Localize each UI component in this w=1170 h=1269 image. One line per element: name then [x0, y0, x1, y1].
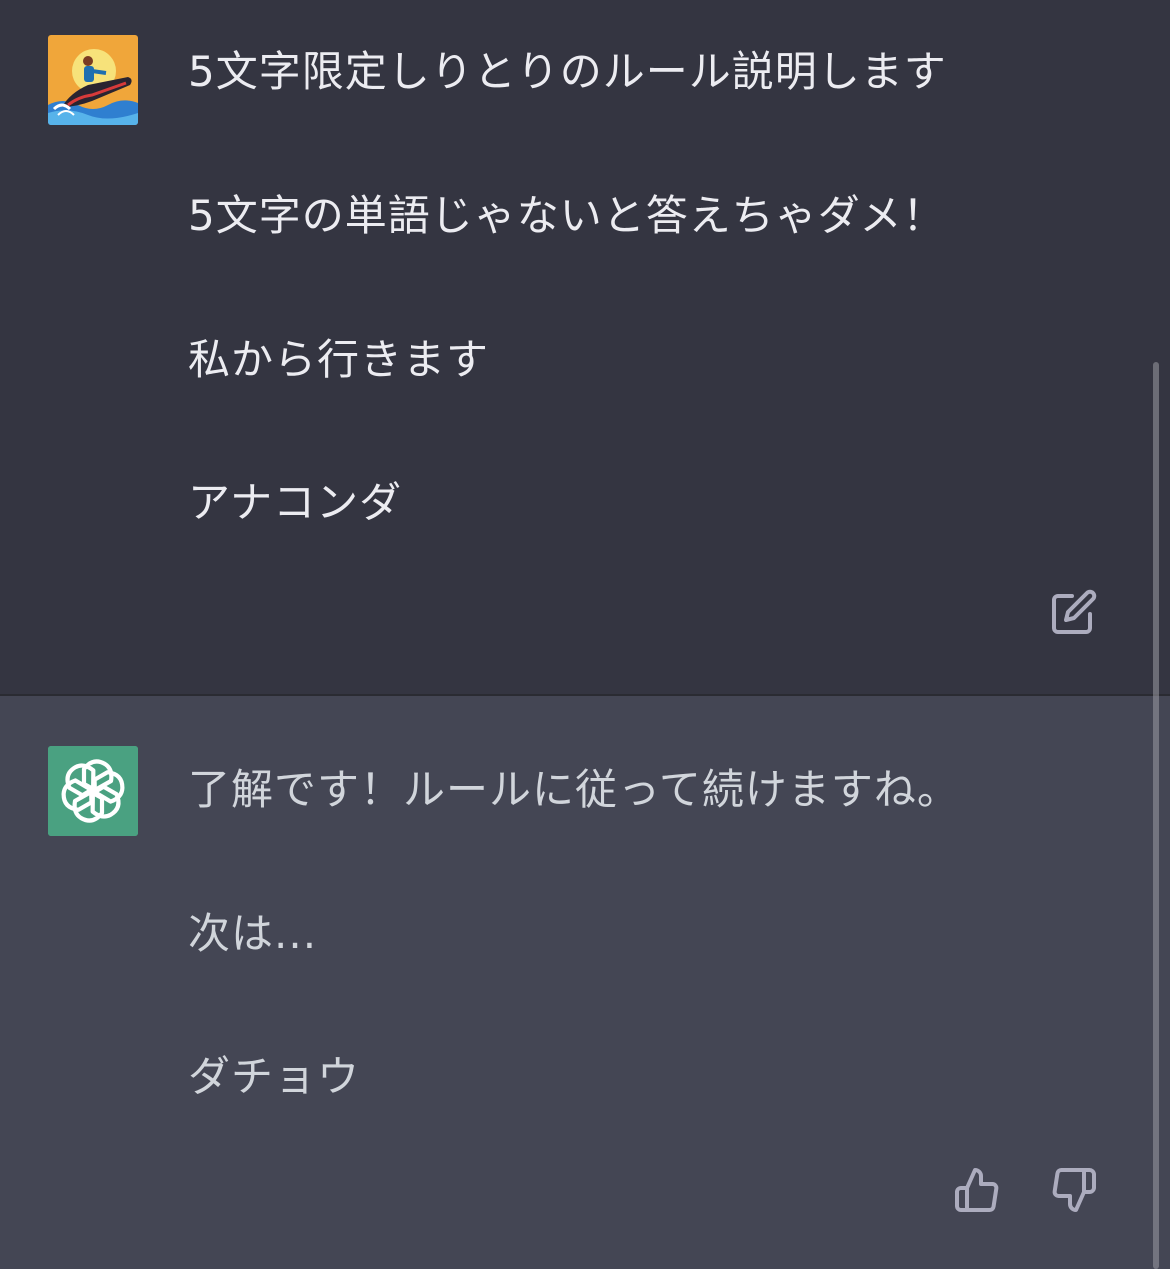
assistant-avatar: [48, 746, 138, 836]
jetski-rider-avatar-icon: [48, 35, 138, 125]
thumbs-down-button[interactable]: [1048, 1164, 1100, 1216]
edit-button[interactable]: [1048, 586, 1100, 638]
user-message-line: 5文字限定しりとりのルール説明します: [188, 47, 947, 96]
thumbs-up-icon: [955, 1168, 999, 1212]
user-message-line: 5文字の単語じゃないと答えちゃダメ！: [188, 191, 946, 240]
thumbs-up-button[interactable]: [951, 1164, 1003, 1216]
openai-logo-icon: [48, 746, 138, 836]
scrollbar[interactable]: [1153, 362, 1159, 1269]
thumbs-down-icon: [1052, 1168, 1096, 1212]
edit-icon: [1052, 589, 1097, 634]
assistant-message-line: 次は...: [188, 909, 318, 958]
user-avatar: [48, 35, 138, 125]
assistant-message: 了解です！ルールに従って続けますね。 次は... ダチョウ: [0, 696, 1170, 1269]
assistant-message-line: ダチョウ: [188, 1052, 361, 1101]
user-message-line: アナコンダ: [188, 478, 403, 527]
user-message: 5文字限定しりとりのルール説明します 5文字の単語じゃないと答えちゃダメ！ 私か…: [0, 0, 1170, 696]
assistant-message-line: 了解です！ルールに従って続けますね。: [188, 765, 960, 814]
user-message-line: 私から行きます: [188, 335, 490, 384]
